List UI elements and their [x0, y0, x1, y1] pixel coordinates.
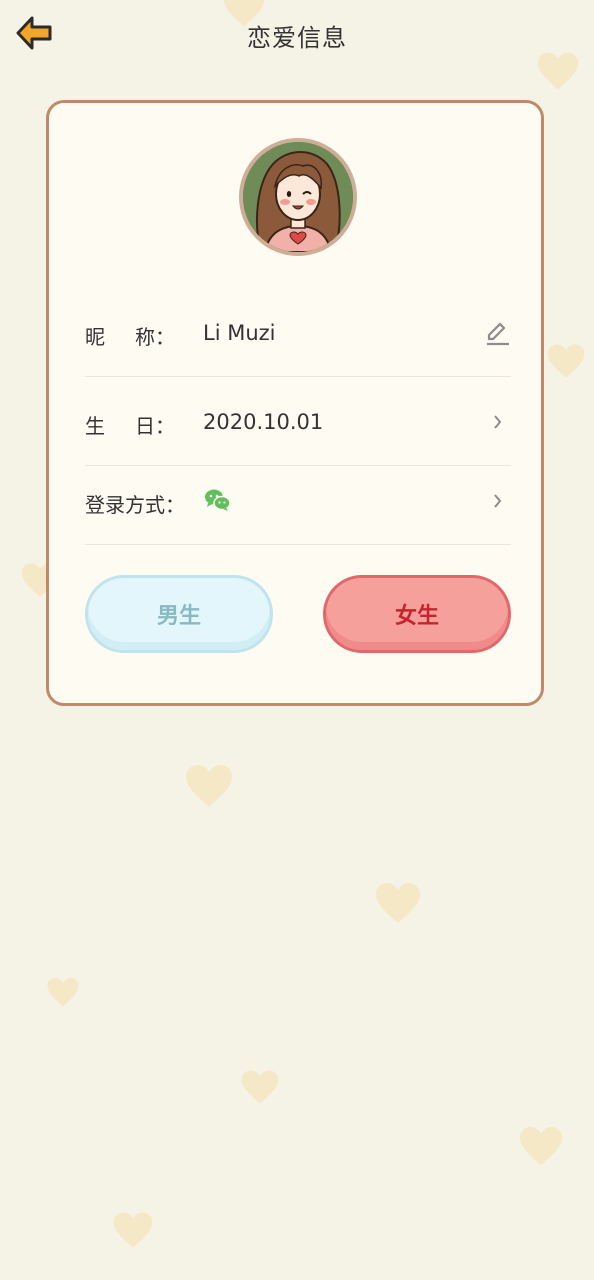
nickname-row[interactable]: 昵 称： Li Muzi	[85, 297, 511, 377]
heart-decoration	[184, 762, 234, 810]
heart-decoration	[518, 1124, 564, 1168]
birthday-chevron[interactable]	[483, 408, 511, 436]
login-method-label: 登录方式：	[85, 493, 185, 517]
header: 恋爱信息	[0, 0, 594, 70]
avatar[interactable]	[239, 138, 357, 256]
male-button[interactable]: 男生	[85, 575, 273, 653]
login-method-value	[203, 487, 231, 518]
nickname-label-char: 昵	[85, 325, 105, 349]
birthday-label: 生 日：	[85, 410, 175, 439]
nickname-label: 昵 称：	[85, 321, 175, 350]
profile-card: 昵 称： Li Muzi 生 日： 2020.10.01 登录方式： 男生 女生	[46, 100, 544, 706]
chevron-right-icon	[494, 415, 502, 429]
nickname-label-char: 称：	[135, 325, 175, 349]
heart-decoration	[112, 1210, 154, 1250]
heart-decoration	[240, 1068, 280, 1106]
wechat-icon	[205, 489, 231, 511]
heart-decoration	[46, 976, 80, 1008]
login-method-row[interactable]: 登录方式：	[85, 465, 511, 545]
page-title: 恋爱信息	[247, 24, 347, 52]
heart-decoration	[546, 342, 586, 380]
birthday-label-char: 生	[85, 414, 105, 438]
screen: 恋爱信息 昵 称： Li Muzi 生 日： 2020.10.01 登录方式： …	[0, 0, 594, 1280]
chevron-right-icon	[494, 494, 502, 508]
heart-decoration	[374, 880, 422, 926]
pencil-icon	[487, 322, 509, 346]
birthday-value: 2020.10.01	[203, 410, 324, 434]
birthday-row[interactable]: 生 日： 2020.10.01	[85, 386, 511, 466]
login-method-chevron[interactable]	[483, 487, 511, 515]
edit-button[interactable]	[483, 319, 511, 347]
female-button[interactable]: 女生	[323, 575, 511, 653]
girl-avatar-icon	[243, 142, 353, 252]
birthday-label-char: 日：	[135, 414, 175, 438]
nickname-value: Li Muzi	[203, 321, 276, 345]
